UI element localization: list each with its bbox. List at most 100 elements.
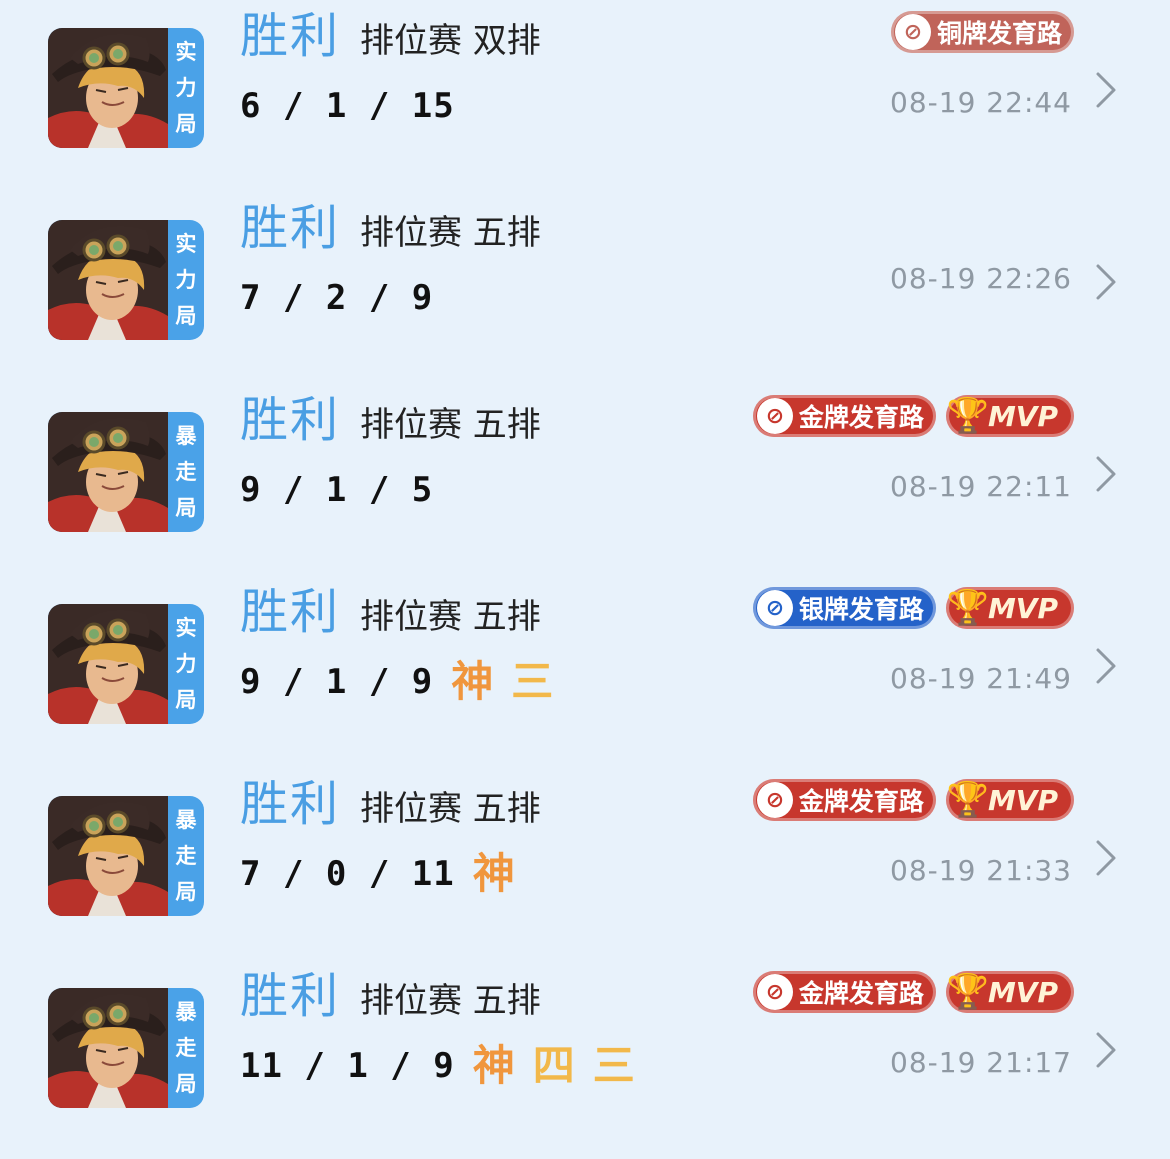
mode-tag-char: 局 xyxy=(175,496,197,520)
match-result: 胜利 xyxy=(240,200,341,256)
match-result: 胜利 xyxy=(240,584,341,640)
trophy-icon: 🏆 xyxy=(946,780,990,820)
hero-avatar: 实 力 局 xyxy=(48,220,204,340)
hero-avatar: 实 力 局 xyxy=(48,604,204,724)
mode-tag-char: 局 xyxy=(175,112,197,136)
mode-tag-char: 走 xyxy=(175,844,197,868)
kda-line: 9 / 1 / 5 xyxy=(240,462,433,518)
hero-avatar: 暴 走 局 xyxy=(48,796,204,916)
match-type: 排位赛 五排 xyxy=(360,597,541,637)
badge-group: ⊘ 金牌发育路 🏆 MVP xyxy=(752,968,1074,1016)
match-time: 08-19 22:26 xyxy=(890,262,1072,295)
mode-tag-char: 实 xyxy=(175,40,197,64)
badge-label: 金牌发育路 xyxy=(798,979,924,1008)
badge-label: MVP xyxy=(987,783,1058,817)
mode-tag: 实 力 局 xyxy=(168,220,204,340)
match-result: 胜利 xyxy=(240,8,341,64)
kda-score: 9 / 1 / 9 xyxy=(240,662,434,702)
trophy-icon: 🏆 xyxy=(946,588,990,628)
honor-mark: 三 xyxy=(592,1041,635,1090)
mode-tag: 实 力 局 xyxy=(168,28,204,148)
kda-line: 7 / 0 / 11 神 xyxy=(240,846,515,902)
mode-tag-char: 走 xyxy=(175,1036,197,1060)
kda-line: 6 / 1 / 15 xyxy=(240,78,455,134)
badge-label: MVP xyxy=(987,975,1058,1009)
match-type: 排位赛 双排 xyxy=(360,21,541,61)
kda-line: 7 / 2 / 9 xyxy=(240,270,433,326)
hero-portrait xyxy=(48,28,168,148)
mode-tag-char: 实 xyxy=(175,232,197,256)
kda-score: 9 / 1 / 5 xyxy=(240,470,434,510)
mode-tag: 暴 走 局 xyxy=(168,412,204,532)
match-type: 排位赛 五排 xyxy=(360,213,541,253)
mvp-badge: 🏆 MVP xyxy=(945,395,1074,437)
match-row[interactable]: 暴 走 局 胜利 排位赛 五排 9 / 1 / 5 ⊘ 金牌发育路 🏆 MVP 08-… xyxy=(0,384,1170,576)
match-row[interactable]: 实 力 局 胜利 排位赛 双排 6 / 1 / 15 ⊘ 铜牌发育路 08-19 … xyxy=(0,0,1170,192)
match-row[interactable]: 暴 走 局 胜利 排位赛 五排 7 / 0 / 11 神 ⊘ 金牌发育路 🏆 MVP … xyxy=(0,768,1170,960)
hero-portrait xyxy=(48,796,168,916)
badge-label: 银牌发育路 xyxy=(798,595,924,624)
mode-tag: 实 力 局 xyxy=(168,604,204,724)
mvp-badge: 🏆 MVP xyxy=(945,587,1074,629)
kda-line: 9 / 1 / 9 神三 xyxy=(240,654,553,710)
match-type: 排位赛 五排 xyxy=(360,405,541,445)
chevron-right-icon[interactable] xyxy=(1094,838,1118,878)
mode-tag-char: 局 xyxy=(175,304,197,328)
mvp-badge: 🏆 MVP xyxy=(945,971,1074,1013)
chevron-right-icon[interactable] xyxy=(1094,1030,1118,1070)
mode-tag: 暴 走 局 xyxy=(168,988,204,1108)
silver-lane-badge: ⊘ 银牌发育路 xyxy=(752,587,936,629)
hero-avatar: 实 力 局 xyxy=(48,28,204,148)
match-row[interactable]: 实 力 局 胜利 排位赛 五排 9 / 1 / 9 神三 ⊘ 银牌发育路 🏆 MVP … xyxy=(0,576,1170,768)
kda-score: 7 / 0 / 11 xyxy=(240,854,455,894)
badge-label: 金牌发育路 xyxy=(798,403,924,432)
badge-group: ⊘ 铜牌发育路 xyxy=(890,8,1074,56)
match-row[interactable]: 实 力 局 胜利 排位赛 五排 7 / 2 / 9 08-19 22:26 xyxy=(0,192,1170,384)
trophy-icon: 🏆 xyxy=(946,972,990,1012)
honor-mark: 神 xyxy=(451,657,494,706)
badge-group: ⊘ 金牌发育路 🏆 MVP xyxy=(752,776,1074,824)
badge-group: ⊘ 金牌发育路 🏆 MVP xyxy=(752,392,1074,440)
match-time: 08-19 21:49 xyxy=(890,662,1072,695)
mode-tag-char: 暴 xyxy=(175,808,197,832)
match-time: 08-19 21:33 xyxy=(890,854,1072,887)
badge-label: MVP xyxy=(987,399,1058,433)
badge-group: ⊘ 银牌发育路 🏆 MVP xyxy=(752,584,1074,632)
match-result: 胜利 xyxy=(240,392,341,448)
honor-mark: 神 xyxy=(472,849,515,898)
chevron-right-icon[interactable] xyxy=(1094,70,1118,110)
mode-tag-char: 局 xyxy=(175,1072,197,1096)
badge-label: MVP xyxy=(987,591,1058,625)
mode-tag: 暴 走 局 xyxy=(168,796,204,916)
match-row[interactable]: 暴 走 局 胜利 排位赛 五排 11 / 1 / 9 神四三 ⊘ 金牌发育路 🏆 MV… xyxy=(0,960,1170,1152)
match-type: 排位赛 五排 xyxy=(360,789,541,829)
lane-icon: ⊘ xyxy=(756,398,793,434)
kda-line: 11 / 1 / 9 神四三 xyxy=(240,1038,635,1094)
bronze-lane-badge: ⊘ 铜牌发育路 xyxy=(890,11,1074,53)
match-result: 胜利 xyxy=(240,968,341,1024)
match-result: 胜利 xyxy=(240,776,341,832)
match-time: 08-19 21:17 xyxy=(890,1046,1072,1079)
honor-mark: 三 xyxy=(511,657,554,706)
hero-avatar: 暴 走 局 xyxy=(48,988,204,1108)
hero-avatar: 暴 走 局 xyxy=(48,412,204,532)
kda-score: 6 / 1 / 15 xyxy=(240,86,455,126)
lane-icon: ⊘ xyxy=(894,14,931,50)
chevron-right-icon[interactable] xyxy=(1094,454,1118,494)
mvp-badge: 🏆 MVP xyxy=(945,779,1074,821)
mode-tag-char: 实 xyxy=(175,616,197,640)
hero-portrait xyxy=(48,604,168,724)
mode-tag-char: 力 xyxy=(175,76,197,100)
mode-tag-char: 暴 xyxy=(175,424,197,448)
lane-icon: ⊘ xyxy=(756,782,793,818)
chevron-right-icon[interactable] xyxy=(1094,646,1118,686)
honor-mark: 四 xyxy=(532,1041,575,1090)
match-history-list: 实 力 局 胜利 排位赛 双排 6 / 1 / 15 ⊘ 铜牌发育路 08-19 … xyxy=(0,0,1170,1159)
mode-tag-char: 局 xyxy=(175,880,197,904)
match-type: 排位赛 五排 xyxy=(360,981,541,1021)
chevron-right-icon[interactable] xyxy=(1094,262,1118,302)
kda-score: 7 / 2 / 9 xyxy=(240,278,434,318)
mode-tag-char: 力 xyxy=(175,652,197,676)
mode-tag-char: 力 xyxy=(175,268,197,292)
mode-tag-char: 走 xyxy=(175,460,197,484)
